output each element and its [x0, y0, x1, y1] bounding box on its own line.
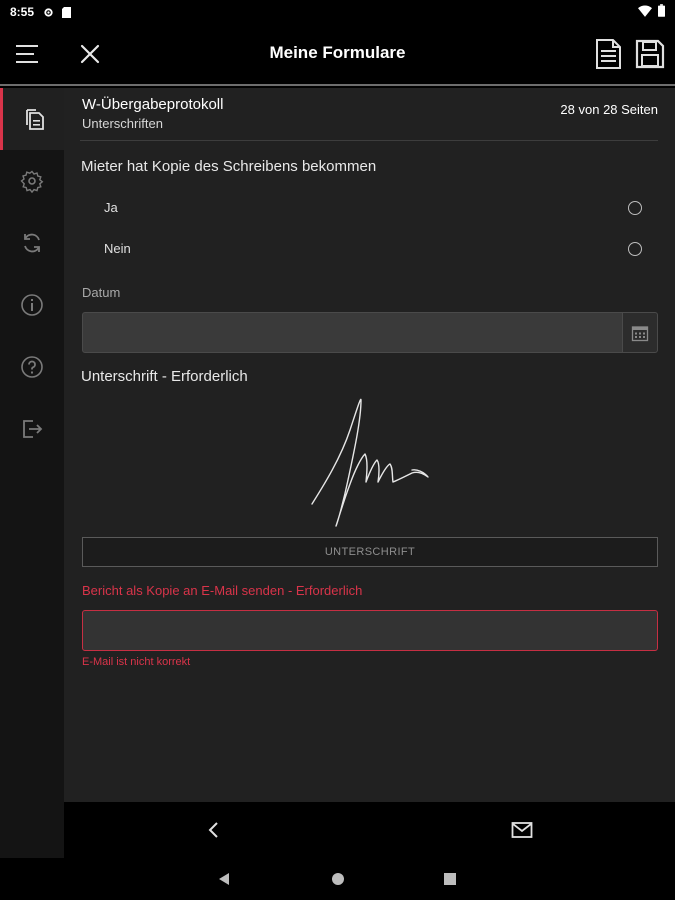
document-icon — [596, 39, 621, 69]
triangle-back-icon — [219, 873, 229, 885]
form-name: W-Übergabeprotokoll — [82, 96, 224, 113]
menu-button[interactable] — [14, 40, 42, 68]
document-view-button[interactable] — [593, 38, 623, 70]
signature-button[interactable]: UNTERSCHRIFT — [82, 537, 658, 567]
mail-icon — [511, 822, 533, 838]
email-error-message: E-Mail ist nicht korrekt — [82, 656, 191, 668]
status-right-icons — [638, 4, 665, 20]
send-email-button[interactable] — [508, 816, 536, 844]
rail-item-settings[interactable] — [0, 150, 64, 212]
nav-back-button[interactable] — [214, 869, 234, 889]
date-picker-button[interactable] — [622, 312, 658, 353]
form-section: Unterschriften — [82, 116, 163, 131]
system-nav-bar — [0, 858, 675, 900]
nav-home-button[interactable] — [328, 869, 348, 889]
previous-page-button[interactable] — [200, 816, 228, 844]
info-icon — [21, 294, 43, 316]
rail-item-logout[interactable] — [0, 398, 64, 460]
status-bar: 8:55 — [0, 0, 675, 24]
help-icon — [21, 356, 43, 378]
nav-recents-button[interactable] — [440, 869, 460, 889]
radio-button[interactable] — [628, 242, 642, 256]
email-input[interactable] — [82, 610, 658, 651]
email-label: Bericht als Kopie an E-Mail senden - Erf… — [82, 583, 363, 598]
signature-drawing — [311, 398, 429, 527]
sd-card-icon — [60, 6, 72, 18]
status-time: 8:55 — [10, 5, 35, 19]
side-rail — [0, 88, 64, 858]
logout-icon — [23, 420, 43, 438]
radio-button[interactable] — [628, 201, 642, 215]
rail-item-info[interactable] — [0, 274, 64, 336]
save-icon — [635, 39, 665, 69]
battery-icon — [658, 4, 665, 20]
bottom-action-bar — [64, 802, 675, 858]
radio-option-ja[interactable]: Ja — [64, 188, 675, 228]
page-indicator: 28 von 28 Seiten — [560, 102, 658, 117]
question-label: Mieter hat Kopie des Schreibens bekommen — [81, 158, 377, 175]
sync-icon — [24, 233, 40, 253]
save-button[interactable] — [634, 38, 666, 70]
date-input[interactable] — [82, 312, 640, 353]
hamburger-icon — [16, 45, 38, 63]
settings-icon — [20, 170, 44, 193]
date-label: Datum — [82, 285, 121, 300]
radio-option-nein[interactable]: Nein — [64, 229, 675, 269]
header-divider — [80, 140, 658, 141]
close-icon — [80, 44, 100, 64]
form-content: W-Übergabeprotokoll Unterschriften 28 vo… — [64, 88, 675, 802]
rail-item-help[interactable] — [0, 336, 64, 398]
wifi-icon — [638, 4, 652, 20]
signature-label: Unterschrift - Erforderlich — [81, 368, 248, 385]
settings-status-icon — [42, 6, 54, 18]
documents-icon — [25, 109, 44, 130]
rail-item-documents[interactable] — [0, 88, 64, 150]
calendar-icon — [631, 325, 649, 341]
app-bar-divider — [0, 84, 675, 86]
radio-option-label: Ja — [104, 200, 118, 215]
close-button[interactable] — [76, 40, 104, 68]
radio-option-label: Nein — [104, 241, 131, 256]
circle-home-icon — [332, 873, 344, 885]
rail-item-sync[interactable] — [0, 212, 64, 274]
app-bar: Meine Formulare — [0, 24, 675, 86]
square-recents-icon — [444, 873, 456, 885]
signature-pad[interactable] — [82, 390, 658, 536]
chevron-left-icon — [208, 822, 218, 838]
